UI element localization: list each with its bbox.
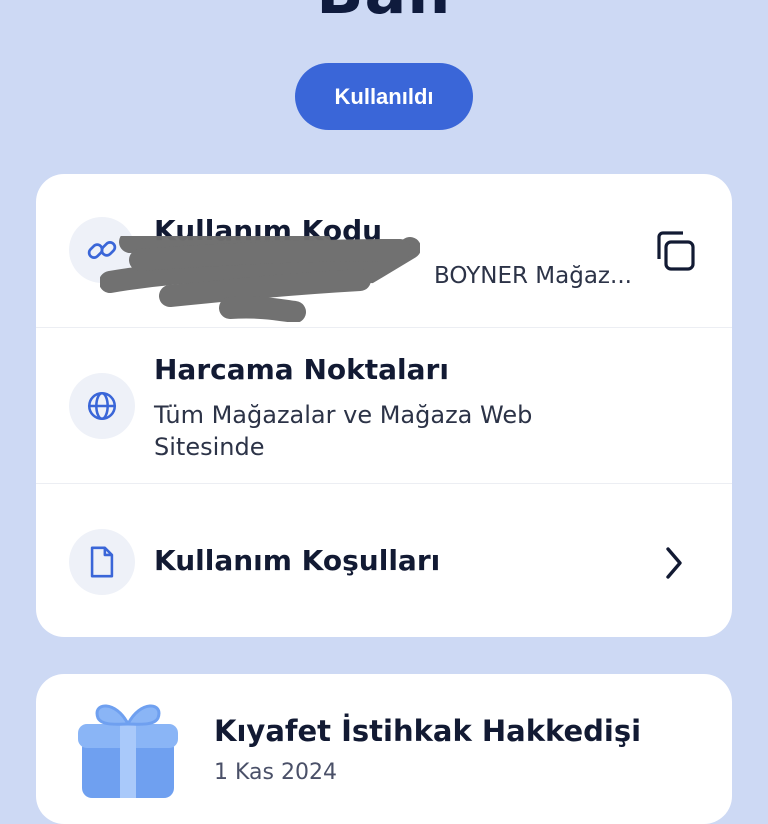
terms-title: Kullanım Koşulları <box>154 544 441 577</box>
globe-icon <box>69 373 135 439</box>
gift-title: Kıyafet İstihkak Hakkedişi <box>214 714 642 748</box>
usage-code-value: BOYNER Mağaz... <box>434 263 632 289</box>
spending-points-description: Tüm Mağazalar ve Mağaza Web Sitesinde <box>154 401 533 461</box>
gift-date: 1 Kas 2024 <box>214 760 337 785</box>
gift-box-icon <box>78 704 178 798</box>
status-button[interactable]: Kullanıldı <box>295 63 473 130</box>
terms-row[interactable]: Kullanım Koşulları <box>36 483 732 637</box>
amount-title: Bali <box>0 0 768 28</box>
spending-points-title: Harcama Noktaları <box>154 353 449 386</box>
spending-points-row: Harcama Noktaları Tüm Mağazalar ve Mağaz… <box>36 327 732 484</box>
redaction-scribble <box>100 236 420 322</box>
document-icon <box>69 529 135 595</box>
chevron-right-icon[interactable] <box>658 543 690 583</box>
copy-icon[interactable] <box>648 224 702 278</box>
gift-card[interactable]: Kıyafet İstihkak Hakkedişi 1 Kas 2024 <box>36 674 732 824</box>
